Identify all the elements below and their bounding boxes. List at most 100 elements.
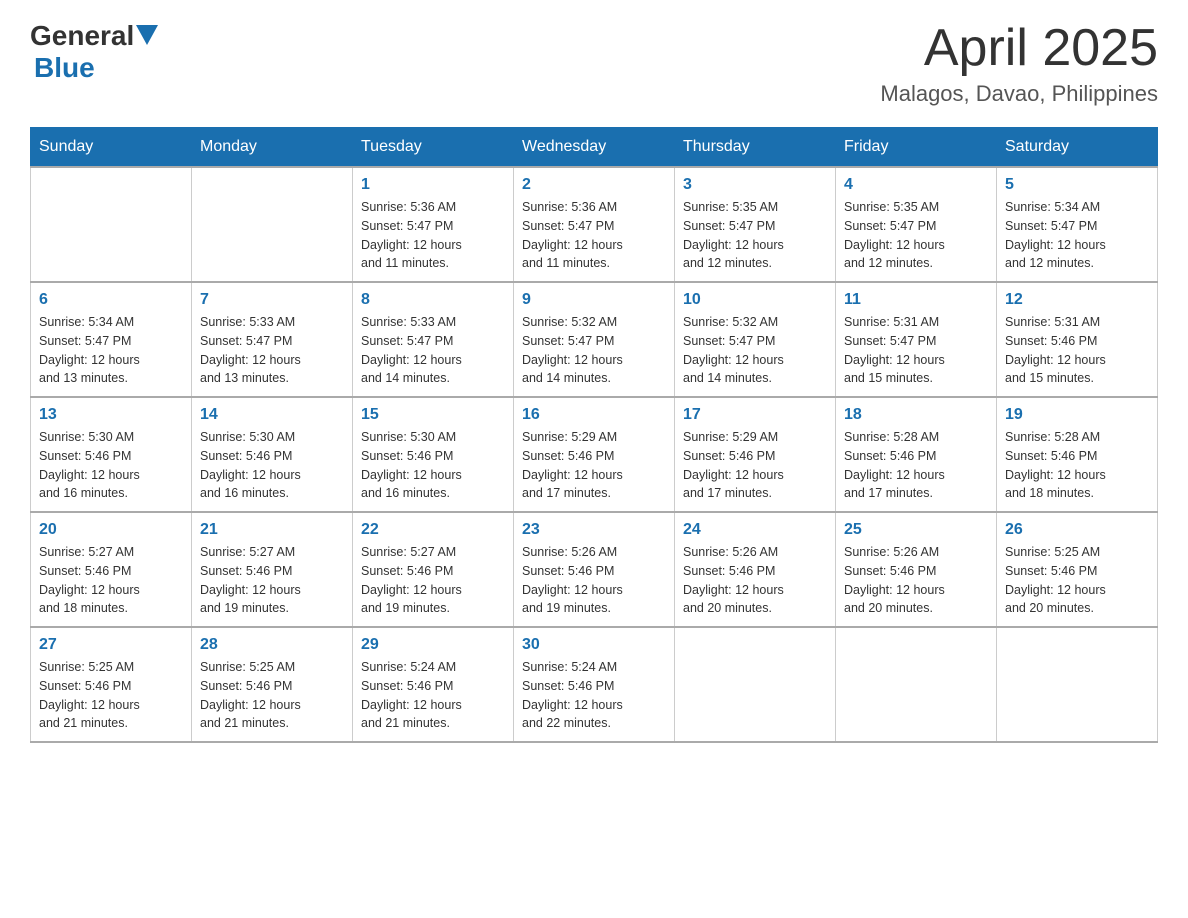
day-info: Sunrise: 5:30 AM Sunset: 5:46 PM Dayligh… (361, 428, 505, 503)
calendar-cell: 4 Sunrise: 5:35 AM Sunset: 5:47 PM Daylig… (836, 167, 997, 282)
day-info: Sunrise: 5:26 AM Sunset: 5:46 PM Dayligh… (844, 543, 988, 618)
calendar-cell: 7 Sunrise: 5:33 AM Sunset: 5:47 PM Daylig… (192, 282, 353, 397)
calendar-week-3: 13 Sunrise: 5:30 AM Sunset: 5:46 PM Dayli… (31, 397, 1158, 512)
calendar-header-tuesday: Tuesday (353, 128, 514, 168)
calendar-header-monday: Monday (192, 128, 353, 168)
day-info: Sunrise: 5:35 AM Sunset: 5:47 PM Dayligh… (844, 198, 988, 273)
day-info: Sunrise: 5:32 AM Sunset: 5:47 PM Dayligh… (683, 313, 827, 388)
day-number: 14 (200, 406, 344, 424)
day-number: 18 (844, 406, 988, 424)
calendar-header-wednesday: Wednesday (514, 128, 675, 168)
day-info: Sunrise: 5:34 AM Sunset: 5:47 PM Dayligh… (1005, 198, 1149, 273)
day-number: 10 (683, 291, 827, 309)
page-subtitle: Malagos, Davao, Philippines (880, 81, 1158, 107)
day-number: 7 (200, 291, 344, 309)
day-number: 17 (683, 406, 827, 424)
calendar-cell: 8 Sunrise: 5:33 AM Sunset: 5:47 PM Daylig… (353, 282, 514, 397)
day-info: Sunrise: 5:28 AM Sunset: 5:46 PM Dayligh… (1005, 428, 1149, 503)
logo-triangle-icon (136, 25, 158, 47)
day-number: 15 (361, 406, 505, 424)
day-number: 9 (522, 291, 666, 309)
day-info: Sunrise: 5:27 AM Sunset: 5:46 PM Dayligh… (39, 543, 183, 618)
calendar-cell (997, 627, 1158, 742)
calendar-week-1: 1 Sunrise: 5:36 AM Sunset: 5:47 PM Daylig… (31, 167, 1158, 282)
calendar-cell: 20 Sunrise: 5:27 AM Sunset: 5:46 PM Dayli… (31, 512, 192, 627)
day-number: 11 (844, 291, 988, 309)
day-info: Sunrise: 5:31 AM Sunset: 5:47 PM Dayligh… (844, 313, 988, 388)
day-info: Sunrise: 5:33 AM Sunset: 5:47 PM Dayligh… (361, 313, 505, 388)
day-number: 29 (361, 636, 505, 654)
calendar-cell (192, 167, 353, 282)
day-number: 20 (39, 521, 183, 539)
day-info: Sunrise: 5:33 AM Sunset: 5:47 PM Dayligh… (200, 313, 344, 388)
calendar-cell: 23 Sunrise: 5:26 AM Sunset: 5:46 PM Dayli… (514, 512, 675, 627)
calendar-cell: 24Sunrise: 5:26 AM Sunset: 5:46 PM Dayli… (675, 512, 836, 627)
day-info: Sunrise: 5:36 AM Sunset: 5:47 PM Dayligh… (361, 198, 505, 273)
day-number: 21 (200, 521, 344, 539)
calendar-cell: 30 Sunrise: 5:24 AM Sunset: 5:46 PM Dayli… (514, 627, 675, 742)
calendar-header-row: SundayMondayTuesdayWednesdayThursdayFrid… (31, 128, 1158, 168)
day-info: Sunrise: 5:30 AM Sunset: 5:46 PM Dayligh… (200, 428, 344, 503)
day-number: 6 (39, 291, 183, 309)
logo-general: General (30, 20, 134, 52)
day-info: Sunrise: 5:26 AM Sunset: 5:46 PM Dayligh… (522, 543, 666, 618)
calendar-table: SundayMondayTuesdayWednesdayThursdayFrid… (30, 127, 1158, 743)
day-info: Sunrise: 5:25 AM Sunset: 5:46 PM Dayligh… (1005, 543, 1149, 618)
day-info: Sunrise: 5:29 AM Sunset: 5:46 PM Dayligh… (683, 428, 827, 503)
day-number: 27 (39, 636, 183, 654)
day-number: 13 (39, 406, 183, 424)
day-info: Sunrise: 5:27 AM Sunset: 5:46 PM Dayligh… (200, 543, 344, 618)
calendar-header-sunday: Sunday (31, 128, 192, 168)
calendar-cell: 3 Sunrise: 5:35 AM Sunset: 5:47 PM Daylig… (675, 167, 836, 282)
day-info: Sunrise: 5:36 AM Sunset: 5:47 PM Dayligh… (522, 198, 666, 273)
day-info: Sunrise: 5:24 AM Sunset: 5:46 PM Dayligh… (361, 658, 505, 733)
calendar-cell: 26 Sunrise: 5:25 AM Sunset: 5:46 PM Dayli… (997, 512, 1158, 627)
calendar-week-2: 6 Sunrise: 5:34 AM Sunset: 5:47 PM Daylig… (31, 282, 1158, 397)
day-info: Sunrise: 5:30 AM Sunset: 5:46 PM Dayligh… (39, 428, 183, 503)
calendar-cell: 2 Sunrise: 5:36 AM Sunset: 5:47 PM Daylig… (514, 167, 675, 282)
day-number: 16 (522, 406, 666, 424)
calendar-cell: 22 Sunrise: 5:27 AM Sunset: 5:46 PM Dayli… (353, 512, 514, 627)
calendar-cell (31, 167, 192, 282)
day-info: Sunrise: 5:35 AM Sunset: 5:47 PM Dayligh… (683, 198, 827, 273)
calendar-cell: 28 Sunrise: 5:25 AM Sunset: 5:46 PM Dayli… (192, 627, 353, 742)
day-number: 22 (361, 521, 505, 539)
calendar-cell: 6 Sunrise: 5:34 AM Sunset: 5:47 PM Daylig… (31, 282, 192, 397)
calendar-cell: 9 Sunrise: 5:32 AM Sunset: 5:47 PM Daylig… (514, 282, 675, 397)
day-info: Sunrise: 5:25 AM Sunset: 5:46 PM Dayligh… (200, 658, 344, 733)
calendar-cell: 21 Sunrise: 5:27 AM Sunset: 5:46 PM Dayli… (192, 512, 353, 627)
day-number: 1 (361, 176, 505, 194)
day-number: 8 (361, 291, 505, 309)
calendar-week-4: 20 Sunrise: 5:27 AM Sunset: 5:46 PM Dayli… (31, 512, 1158, 627)
calendar-header-saturday: Saturday (997, 128, 1158, 168)
day-number: 3 (683, 176, 827, 194)
day-number: 4 (844, 176, 988, 194)
day-number: 2 (522, 176, 666, 194)
calendar-week-5: 27 Sunrise: 5:25 AM Sunset: 5:46 PM Dayli… (31, 627, 1158, 742)
calendar-header-friday: Friday (836, 128, 997, 168)
calendar-cell: 10 Sunrise: 5:32 AM Sunset: 5:47 PM Dayli… (675, 282, 836, 397)
day-number: 25 (844, 521, 988, 539)
calendar-cell (675, 627, 836, 742)
day-number: 26 (1005, 521, 1149, 539)
calendar-cell: 1 Sunrise: 5:36 AM Sunset: 5:47 PM Daylig… (353, 167, 514, 282)
day-number: 23 (522, 521, 666, 539)
calendar-cell: 13 Sunrise: 5:30 AM Sunset: 5:46 PM Dayli… (31, 397, 192, 512)
day-info: Sunrise: 5:27 AM Sunset: 5:46 PM Dayligh… (361, 543, 505, 618)
calendar-cell: 18Sunrise: 5:28 AM Sunset: 5:46 PM Dayli… (836, 397, 997, 512)
day-info: Sunrise: 5:26 AM Sunset: 5:46 PM Dayligh… (683, 543, 827, 618)
logo-blue: Blue (34, 52, 95, 84)
day-info: Sunrise: 5:34 AM Sunset: 5:47 PM Dayligh… (39, 313, 183, 388)
day-number: 28 (200, 636, 344, 654)
calendar-cell: 15 Sunrise: 5:30 AM Sunset: 5:46 PM Dayli… (353, 397, 514, 512)
day-number: 30 (522, 636, 666, 654)
calendar-cell: 19Sunrise: 5:28 AM Sunset: 5:46 PM Dayli… (997, 397, 1158, 512)
page-header: General Blue April 2025 Malagos, Davao, … (30, 20, 1158, 107)
logo: General Blue (30, 20, 158, 84)
calendar-cell: 27Sunrise: 5:25 AM Sunset: 5:46 PM Dayli… (31, 627, 192, 742)
day-number: 5 (1005, 176, 1149, 194)
calendar-cell (836, 627, 997, 742)
day-info: Sunrise: 5:24 AM Sunset: 5:46 PM Dayligh… (522, 658, 666, 733)
day-info: Sunrise: 5:32 AM Sunset: 5:47 PM Dayligh… (522, 313, 666, 388)
calendar-header-thursday: Thursday (675, 128, 836, 168)
